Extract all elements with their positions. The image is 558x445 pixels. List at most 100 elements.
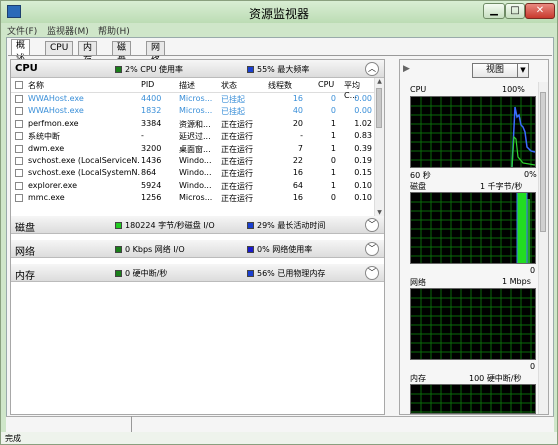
- network-graph-max: 1 Mbps: [502, 277, 531, 286]
- scroll-up-icon[interactable]: ▲: [375, 78, 384, 85]
- process-row[interactable]: explorer.exe 5924 Windo... 正在运行 64 1 0.10: [11, 180, 374, 192]
- graphs-scrollbar[interactable]: [538, 82, 548, 414]
- process-threads: 64: [292, 180, 303, 190]
- view-button[interactable]: 视图: [472, 63, 518, 78]
- network-io-stat: 0 Kbps 网络 I/O: [115, 244, 185, 255]
- process-name: mmc.exe: [28, 193, 65, 203]
- process-cpu: 1: [330, 168, 336, 178]
- network-usage-text: 0% 网络使用率: [257, 245, 313, 254]
- graphs-scroll-thumb[interactable]: [540, 92, 546, 232]
- disk-io-stat: 180224 字节/秒磁盘 I/O: [115, 220, 215, 231]
- tab-memory[interactable]: 内存: [78, 41, 98, 66]
- status-text: 完成: [5, 434, 21, 443]
- process-cpu: 0: [330, 94, 336, 103]
- process-row[interactable]: dwm.exe 3200 桌面窗... 正在运行 7 1 0.39: [11, 143, 374, 155]
- disk-graph: [410, 192, 536, 264]
- disk-section-header[interactable]: 磁盘 180224 字节/秒磁盘 I/O 29% 最长活动时间 ﹀: [11, 216, 384, 234]
- tab-cpu[interactable]: CPU: [45, 41, 74, 55]
- cpu-section-title: CPU: [15, 63, 38, 74]
- process-avg: 0.10: [354, 180, 372, 190]
- tab-overview[interactable]: 概述: [11, 39, 31, 64]
- chevron-up-icon[interactable]: ︿: [365, 62, 379, 76]
- process-row[interactable]: perfmon.exe 3384 资源和... 正在运行 20 1 1.02: [11, 118, 374, 130]
- overview-left-pane: CPU 2% CPU 使用率 55% 最大频率 ︿ 名称 PID 描述 状态 线…: [10, 59, 385, 415]
- process-checkbox[interactable]: [15, 107, 23, 116]
- disk-io-swatch: [115, 222, 122, 229]
- tab-network[interactable]: 网络: [146, 41, 166, 66]
- process-checkbox[interactable]: [15, 181, 23, 190]
- chevron-down-icon[interactable]: ﹀: [365, 242, 379, 256]
- column-pid[interactable]: PID: [141, 80, 154, 89]
- chevron-down-icon[interactable]: ﹀: [365, 266, 379, 280]
- process-pid: 5924: [141, 180, 162, 190]
- process-checkbox[interactable]: [15, 132, 23, 141]
- process-status: 正在运行: [221, 132, 253, 142]
- process-desc: Micros...: [179, 193, 213, 203]
- network-section-header[interactable]: 网络 0 Kbps 网络 I/O 0% 网络使用率 ﹀: [11, 240, 384, 258]
- process-checkbox[interactable]: [15, 119, 23, 128]
- process-cpu: 1: [330, 180, 336, 190]
- chevron-down-icon[interactable]: ﹀: [365, 218, 379, 232]
- process-avg: 0.00: [354, 94, 372, 103]
- process-cpu: 0: [330, 156, 336, 165]
- process-checkbox[interactable]: [15, 157, 23, 165]
- cpu-freq-swatch: [247, 66, 254, 73]
- process-status: 正在运行: [221, 194, 253, 204]
- process-status: 已挂起: [221, 95, 245, 104]
- tab-disk[interactable]: 磁盘: [112, 41, 132, 66]
- process-pid: 864: [141, 168, 157, 178]
- maximize-button[interactable]: □: [505, 3, 525, 19]
- memory-graph-label: 内存: [410, 374, 426, 383]
- network-io-text: 0 Kbps 网络 I/O: [125, 245, 185, 254]
- expand-pane-icon[interactable]: ▶: [403, 64, 410, 74]
- process-row[interactable]: WWAHost.exe 4400 Micros... 已挂起 16 0 0.00: [11, 93, 374, 105]
- cpu-graph-min: 0%: [524, 170, 537, 179]
- menu-monitor[interactable]: 监视器(M): [47, 24, 89, 37]
- column-cpu[interactable]: CPU: [318, 80, 334, 89]
- process-status: 已挂起: [221, 107, 245, 117]
- network-section-title: 网络: [15, 247, 35, 258]
- cpu-graph: [410, 96, 536, 168]
- process-row[interactable]: mmc.exe 1256 Micros... 正在运行 16 0 0.10: [11, 192, 374, 204]
- process-checkbox[interactable]: [15, 144, 23, 153]
- disk-graph-max: 1 千字节/秒: [480, 182, 523, 191]
- menu-file[interactable]: 文件(F): [7, 24, 37, 37]
- process-pid: 3384: [141, 118, 162, 128]
- column-description[interactable]: 描述: [179, 80, 195, 91]
- process-desc: 延迟过...: [179, 132, 211, 142]
- process-desc: Windo...: [179, 156, 212, 165]
- menu-help[interactable]: 帮助(H): [98, 24, 130, 37]
- minimize-button[interactable]: ▁: [483, 3, 505, 19]
- process-row[interactable]: svchost.exe (LocalServiceN... 1436 Windo..…: [11, 155, 374, 167]
- memory-section-title: 内存: [15, 271, 35, 282]
- close-button[interactable]: ✕: [525, 3, 555, 19]
- scroll-thumb[interactable]: [376, 88, 382, 128]
- select-all-checkbox[interactable]: [15, 81, 23, 89]
- process-checkbox[interactable]: [15, 169, 23, 178]
- process-row[interactable]: WWAHost.exe 1832 Micros... 已挂起 40 0 0.00: [11, 105, 374, 117]
- process-row[interactable]: 系统中断 - 延迟过... 正在运行 - 1 0.83: [11, 130, 374, 142]
- column-status[interactable]: 状态: [221, 80, 237, 91]
- view-dropdown-icon[interactable]: ▼: [518, 63, 529, 78]
- scroll-down-icon[interactable]: ▼: [375, 209, 384, 216]
- process-desc: Micros...: [179, 106, 213, 116]
- cpu-section-header[interactable]: CPU 2% CPU 使用率 55% 最大频率 ︿: [11, 60, 384, 78]
- column-threads[interactable]: 线程数: [268, 80, 292, 91]
- resource-monitor-window: 资源监视器 ▁ □ ✕ 文件(F) 监视器(M) 帮助(H) 概述 CPU 内存…: [0, 0, 558, 445]
- title-bar: 资源监视器 ▁ □ ✕: [1, 1, 557, 23]
- process-desc: 桌面窗...: [179, 144, 211, 154]
- process-table-scrollbar[interactable]: ▲ ▼: [374, 78, 384, 216]
- process-checkbox[interactable]: [15, 194, 23, 203]
- process-checkbox[interactable]: [15, 95, 23, 103]
- process-pid: -: [141, 131, 144, 141]
- process-name: svchost.exe (LocalServiceN...: [28, 156, 140, 165]
- process-avg: 0.83: [354, 131, 372, 141]
- network-usage-swatch: [247, 246, 254, 253]
- process-row[interactable]: svchost.exe (LocalSystemN... 864 Windo... 正…: [11, 167, 374, 179]
- cpu-graph-max: 100%: [502, 85, 525, 94]
- column-name[interactable]: 名称: [28, 80, 44, 91]
- process-desc: Micros...: [179, 94, 213, 103]
- memory-section-header[interactable]: 内存 0 硬中断/秒 56% 已用物理内存 ﹀: [11, 264, 384, 282]
- process-status: 正在运行: [221, 157, 253, 166]
- process-threads: 7: [297, 143, 303, 153]
